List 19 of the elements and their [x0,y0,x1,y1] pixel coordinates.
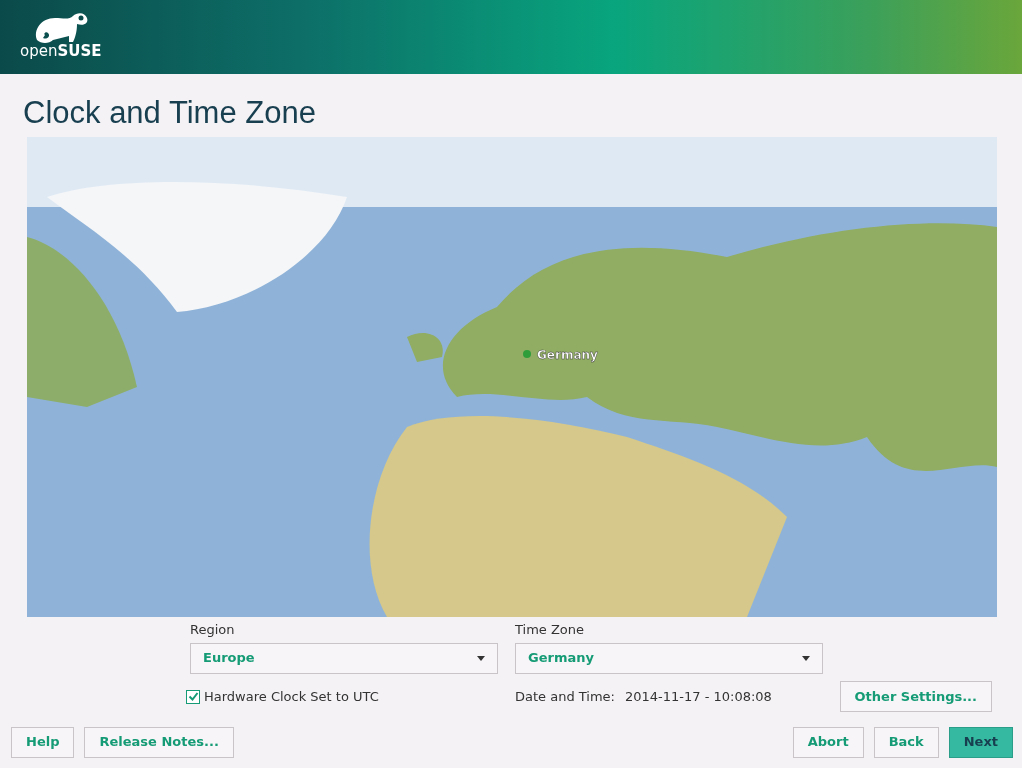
checkbox-label: Hardware Clock Set to UTC [204,687,379,706]
region-dropdown[interactable]: Europe [190,642,498,674]
date-time-label: Date and Time: [515,687,615,706]
dialog-button[interactable]: Next [948,726,1013,758]
page-title: Clock and Time Zone [23,94,317,132]
world-map-drawing[interactable] [27,137,997,618]
time-zone-label: Time Zone [515,621,586,640]
region-label: Region [190,621,236,640]
map-location-label: Germany [537,348,598,363]
dialog-button[interactable]: Back [873,726,939,758]
time-zone-dropdown[interactable]: Germany [515,642,823,674]
dialog-button[interactable]: Help [11,726,75,758]
logo-text: openSUSE [20,44,102,59]
location-marker [523,350,531,359]
date-time-value: 2014-11-17 - 10:08:08 [625,687,772,706]
utc-checkbox[interactable] [186,689,200,704]
dialog-button[interactable]: Abort [792,726,864,758]
other-settings-button[interactable]: Other Settings... [839,681,992,713]
dialog-button[interactable]: Release Notes... [84,726,234,758]
